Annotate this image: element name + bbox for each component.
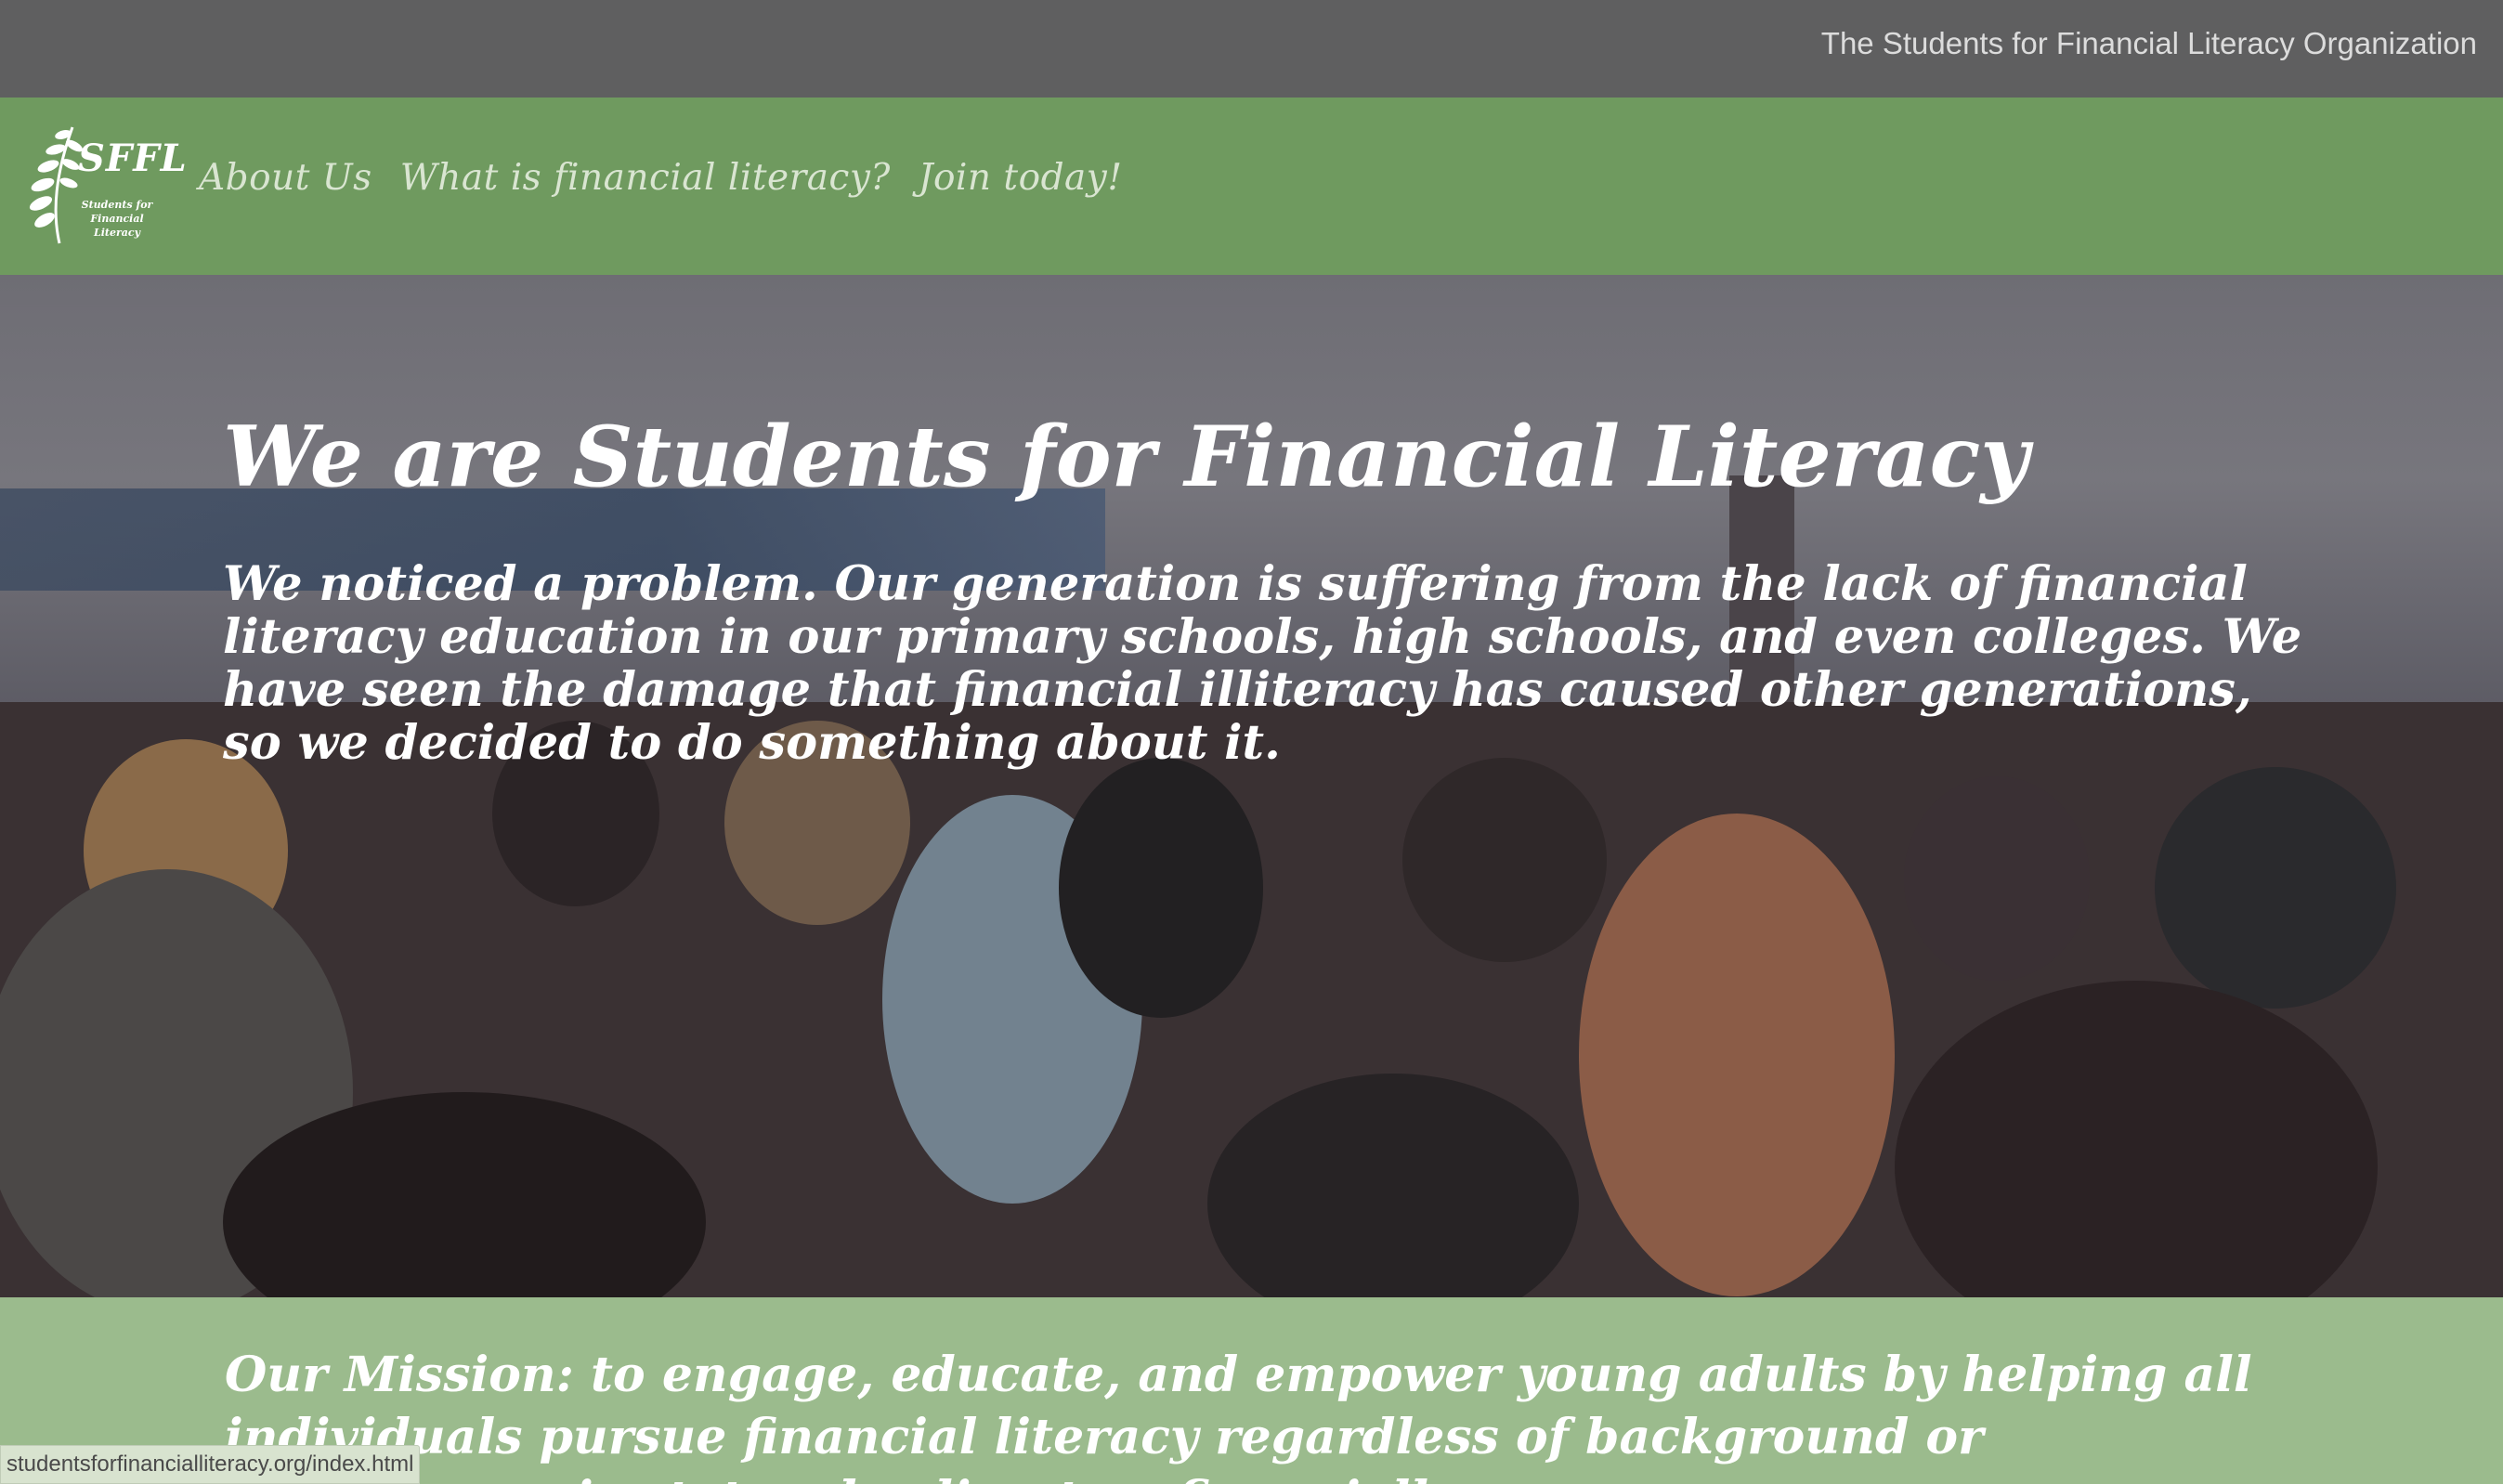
sffl-logo[interactable]: SFFL Students for Financial Literacy <box>24 118 187 248</box>
logo-subtitle-line-2: Financial Literacy <box>90 213 144 239</box>
logo-subtitle: Students for Financial Literacy <box>72 198 162 240</box>
nav-links: About Us What is financial literacy? Joi… <box>199 157 1123 199</box>
hero-section: We are Students for Financial Literacy W… <box>0 275 2503 1297</box>
mission-statement: Our Mission: to engage, educate, and emp… <box>225 1347 2252 1484</box>
classroom-photo-background <box>0 702 2503 1297</box>
organization-name: The Students for Financial Literacy Orga… <box>1820 26 2477 60</box>
nav-join-today-link[interactable]: Join today! <box>919 157 1123 199</box>
top-bar: The Students for Financial Literacy Orga… <box>0 0 2503 98</box>
logo-wordmark: SFFL <box>78 137 188 180</box>
status-bar-url: studentsforfinancialliteracy.org/index.h… <box>0 1445 421 1484</box>
nav-about-us-link[interactable]: About Us <box>199 157 372 199</box>
logo-subtitle-line-1: Students for <box>81 199 153 211</box>
hero-description: We noticed a problem. Our generation is … <box>223 556 2302 771</box>
hero-title: We are Students for Financial Literacy <box>223 408 2029 506</box>
navigation-bar: SFFL Students for Financial Literacy Abo… <box>0 98 2503 275</box>
nav-financial-literacy-link[interactable]: What is financial literacy? <box>400 157 891 199</box>
